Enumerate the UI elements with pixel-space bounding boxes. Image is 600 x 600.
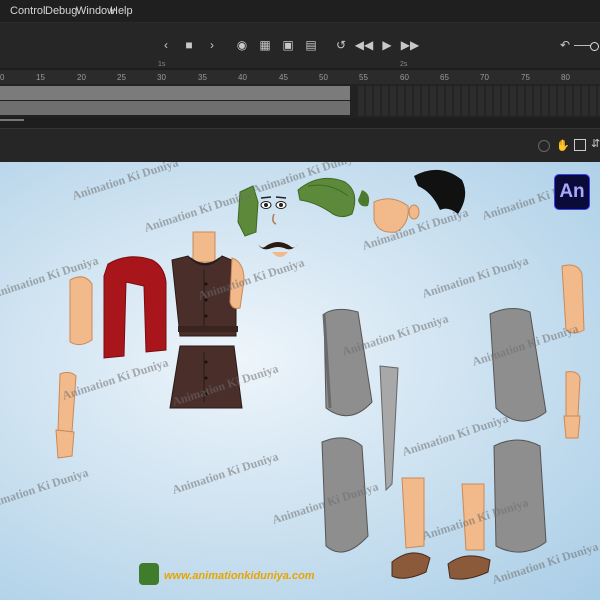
undo-icon[interactable]: ↶ [556,36,574,54]
stage-canvas[interactable]: Animation Ki Duniya Animation Ki Duniya … [0,162,600,600]
timeline-controls: ‹ ■ › ◉ ▦ ▣ ▤ ↺ ◀◀ ▶ ▶▶ ↶ [0,23,600,68]
frame-number: 45 [279,73,288,82]
blade [379,365,399,492]
loop-icon[interactable]: ▤ [302,36,320,54]
seconds-marker: 1s [158,61,166,68]
frame-number: 65 [440,73,449,82]
left-sandal [391,552,431,579]
step-back-icon[interactable]: ◀◀ [355,36,373,54]
moustache [258,242,298,250]
hand-icon[interactable]: ✋ [556,139,570,152]
website-label: www.animationkiduniya.com [164,570,315,582]
frame-number: 25 [117,73,126,82]
go-first-icon[interactable]: ↺ [332,36,350,54]
frame-ruler[interactable]: 1s 2s 0 15 20 25 30 35 40 45 50 55 60 65… [0,61,600,84]
neck [192,231,216,263]
seconds-marker: 2s [400,61,408,68]
frame-number: 80 [561,73,570,82]
center-stage-icon[interactable]: ⇵ [591,137,600,150]
frame-number: 75 [521,73,530,82]
ear [408,204,420,220]
frame-number: 60 [400,73,409,82]
layer-track[interactable] [0,101,350,115]
menu-bar: Control Debug Window Help [0,0,600,23]
right-sandal [447,555,491,580]
site-logo-icon [139,563,159,585]
armor-right-upper [489,308,547,422]
frame-number: 70 [480,73,489,82]
frame-number: 15 [36,73,45,82]
stage-toolbar: ✋ ⇵ [0,128,600,163]
frame-number: 55 [359,73,368,82]
frame-number: 0 [0,73,5,82]
menu-debug[interactable]: Debug [45,5,77,17]
turban [297,177,356,218]
left-hand [55,429,75,459]
zoom-slider-handle[interactable] [590,42,599,51]
rotation-icon[interactable] [538,140,550,152]
left-shin [401,477,425,549]
frame-number: 30 [157,73,166,82]
left-upper-arm [69,276,93,346]
armor-left-upper [323,308,373,417]
red-scarf [103,256,167,359]
step-forward-icon[interactable]: ▶▶ [401,36,419,54]
menu-control[interactable]: Control [10,5,45,17]
menu-help[interactable]: Help [110,5,133,17]
next-frame-icon[interactable]: › [203,36,221,54]
clip-icon[interactable] [574,139,586,151]
right-hand [563,415,581,439]
onion-skin-icon[interactable]: ◉ [233,36,251,54]
timeline-scrollbar[interactable] [0,119,24,121]
turban-tail [358,190,370,207]
timeline-tracks[interactable] [0,84,600,121]
frame-number: 20 [77,73,86,82]
insert-keyframe-icon[interactable]: ▣ [279,36,297,54]
play-icon[interactable]: ▶ [378,36,396,54]
right-forearm [565,371,581,419]
edit-multiple-icon[interactable]: ▦ [256,36,274,54]
frame-number: 40 [238,73,247,82]
animate-logo: An [554,174,590,210]
frame-number: 50 [319,73,328,82]
stop-icon[interactable]: ■ [180,36,198,54]
layer-track[interactable] [0,86,350,100]
prev-frame-icon[interactable]: ‹ [157,36,175,54]
empty-frames[interactable] [358,86,600,116]
frame-number: 35 [198,73,207,82]
